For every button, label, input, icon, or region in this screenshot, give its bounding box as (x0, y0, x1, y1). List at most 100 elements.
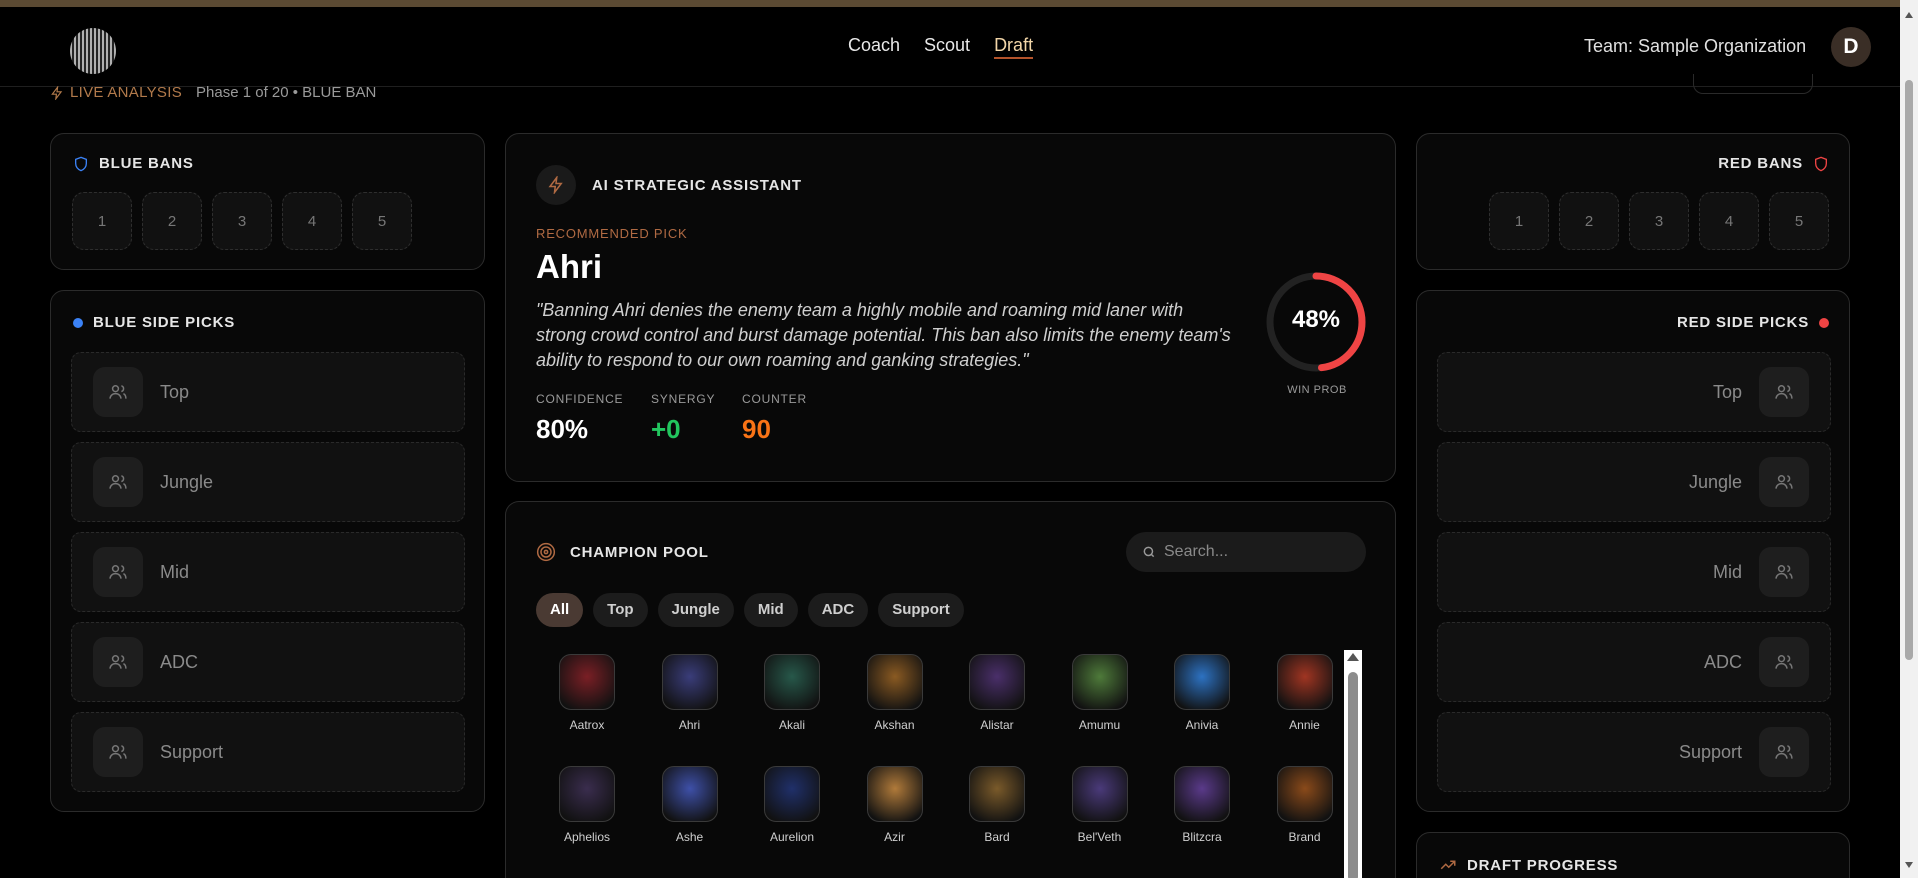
red-bans-title: RED BANS (1718, 155, 1803, 172)
champion-search-input[interactable] (1164, 543, 1354, 561)
champion-card[interactable]: Bard (946, 766, 1048, 844)
synergy-label: SYNERGY (651, 392, 716, 406)
nav-link-coach[interactable]: Coach (848, 35, 900, 59)
red-ban-slot-1[interactable]: 1 (1489, 192, 1549, 250)
champion-card[interactable]: Amumu (1049, 654, 1151, 732)
page-scrollbar[interactable] (1900, 0, 1918, 878)
filter-support[interactable]: Support (878, 593, 964, 627)
champion-name: Anivia (1185, 718, 1219, 732)
users-icon (93, 637, 143, 687)
scroll-thumb[interactable] (1348, 672, 1358, 878)
page-scroll-up-icon[interactable] (1905, 12, 1913, 18)
champion-card[interactable]: Aurelion (741, 766, 843, 844)
champion-name: Amumu (1078, 718, 1121, 732)
champion-name: Azir (884, 830, 905, 844)
red-ban-slot-4[interactable]: 4 (1699, 192, 1759, 250)
champion-card[interactable]: Alistar (946, 654, 1048, 732)
user-avatar[interactable]: D (1831, 27, 1871, 67)
champion-grid-scrollbar[interactable] (1344, 650, 1362, 878)
champion-name: Annie (1289, 718, 1320, 732)
red-pick-slot-mid[interactable]: Mid (1437, 532, 1831, 612)
confidence-value: 80% (536, 414, 589, 444)
champion-name: Akali (778, 718, 805, 732)
champion-name: Alistar (980, 718, 1014, 732)
nav-link-draft[interactable]: Draft (994, 35, 1034, 59)
champion-card[interactable]: Aatrox (536, 654, 638, 732)
red-dot-icon (1819, 317, 1829, 328)
champion-name: Aatrox (569, 718, 605, 732)
draft-progress-title: DRAFT PROGRESS (1467, 856, 1619, 874)
blue-pick-slot-support[interactable]: Support (71, 712, 465, 792)
blue-picks-card: BLUE SIDE PICKS Top Jungle Mid ADC Suppo… (50, 290, 485, 812)
confidence-label: CONFIDENCE (536, 392, 624, 406)
page-scroll-down-icon[interactable] (1905, 862, 1913, 868)
blue-dot-icon (73, 317, 83, 328)
red-pick-slot-top[interactable]: Top (1437, 352, 1831, 432)
filter-mid[interactable]: Mid (743, 593, 798, 627)
filter-all[interactable]: All (536, 593, 584, 627)
app-logo[interactable] (70, 28, 116, 74)
blue-pick-slot-top[interactable]: Top (71, 352, 465, 432)
blue-bans-title: BLUE BANS (99, 155, 194, 172)
blue-pick-slot-jungle[interactable]: Jungle (71, 442, 465, 522)
top-accent-line (0, 0, 1918, 7)
filter-top[interactable]: Top (593, 593, 648, 627)
red-ban-slot-2[interactable]: 2 (1559, 192, 1619, 250)
win-prob-value: 48% (1291, 306, 1341, 333)
users-icon (1759, 547, 1809, 597)
champion-name: Aurelion (769, 830, 815, 844)
red-pick-slot-jungle[interactable]: Jungle (1437, 442, 1831, 522)
blue-ban-slot-4[interactable]: 4 (282, 192, 342, 250)
users-icon (93, 457, 143, 507)
blue-picks-title: BLUE SIDE PICKS (93, 314, 236, 331)
champion-card[interactable]: Akshan (844, 654, 946, 732)
champion-grid: Aatrox Ahri Akali Akshan Alistar Amumu Anivia A… (536, 654, 1356, 864)
synergy-stat: SYNERGY +0 (651, 392, 715, 445)
champion-card[interactable]: Aphelios (536, 766, 638, 844)
header-action-button[interactable] (1693, 74, 1813, 94)
red-pick-role-top: Top (1712, 381, 1742, 402)
champion-card[interactable]: Akali (741, 654, 843, 732)
blue-ban-slot-1[interactable]: 1 (72, 192, 132, 250)
champion-card[interactable]: Ashe (639, 766, 741, 844)
red-pick-slot-adc[interactable]: ADC (1437, 622, 1831, 702)
champion-card[interactable]: Annie (1254, 654, 1356, 732)
blue-pick-slot-mid[interactable]: Mid (71, 532, 465, 612)
blue-picks-header: BLUE SIDE PICKS (73, 314, 235, 331)
scroll-up-arrow-icon[interactable] (1347, 653, 1359, 661)
target-icon (536, 542, 556, 562)
live-analysis-label: LIVE ANALYSIS (70, 84, 183, 101)
red-ban-slot-5[interactable]: 5 (1769, 192, 1829, 250)
blue-ban-slot-3[interactable]: 3 (212, 192, 272, 250)
red-ban-slot-3[interactable]: 3 (1629, 192, 1689, 250)
champion-card[interactable]: Bel'Veth (1049, 766, 1151, 844)
red-picks-header: RED SIDE PICKS (1677, 314, 1829, 331)
champion-card[interactable]: Brand (1254, 766, 1356, 844)
champion-card[interactable]: Azir (844, 766, 946, 844)
users-icon (93, 367, 143, 417)
red-ban-slots: 1 2 3 4 5 (1489, 192, 1829, 250)
blue-pick-slot-adc[interactable]: ADC (71, 622, 465, 702)
filter-adc[interactable]: ADC (807, 593, 869, 627)
champion-card[interactable]: Anivia (1151, 654, 1253, 732)
red-pick-role-jungle: Jungle (1688, 471, 1742, 492)
win-prob-label: WIN PROB (1287, 384, 1347, 396)
ai-assistant-title: AI STRATEGIC ASSISTANT (592, 176, 802, 194)
filter-jungle[interactable]: Jungle (657, 593, 734, 627)
blue-pick-role-adc: ADC (160, 651, 199, 672)
champion-portrait (1276, 766, 1333, 822)
champion-card[interactable]: Blitzcra (1151, 766, 1253, 844)
champion-card[interactable]: Ahri (639, 654, 741, 732)
champion-search (1126, 532, 1366, 572)
team-label: Team: Sample Organization (1584, 36, 1807, 56)
nav-link-scout[interactable]: Scout (924, 35, 970, 59)
champion-pool-card: CHAMPION POOL All Top Jungle Mid ADC Sup… (505, 501, 1396, 878)
champion-pool-title: CHAMPION POOL (570, 543, 709, 561)
blue-ban-slot-2[interactable]: 2 (142, 192, 202, 250)
champion-name: Aphelios (563, 830, 611, 844)
champion-portrait (661, 766, 718, 822)
red-pick-slot-support[interactable]: Support (1437, 712, 1831, 792)
page-scroll-thumb[interactable] (1905, 80, 1913, 660)
blue-ban-slot-5[interactable]: 5 (352, 192, 412, 250)
analysis-status: LIVE ANALYSIS Phase 1 of 20 • BLUE BAN (50, 84, 376, 101)
